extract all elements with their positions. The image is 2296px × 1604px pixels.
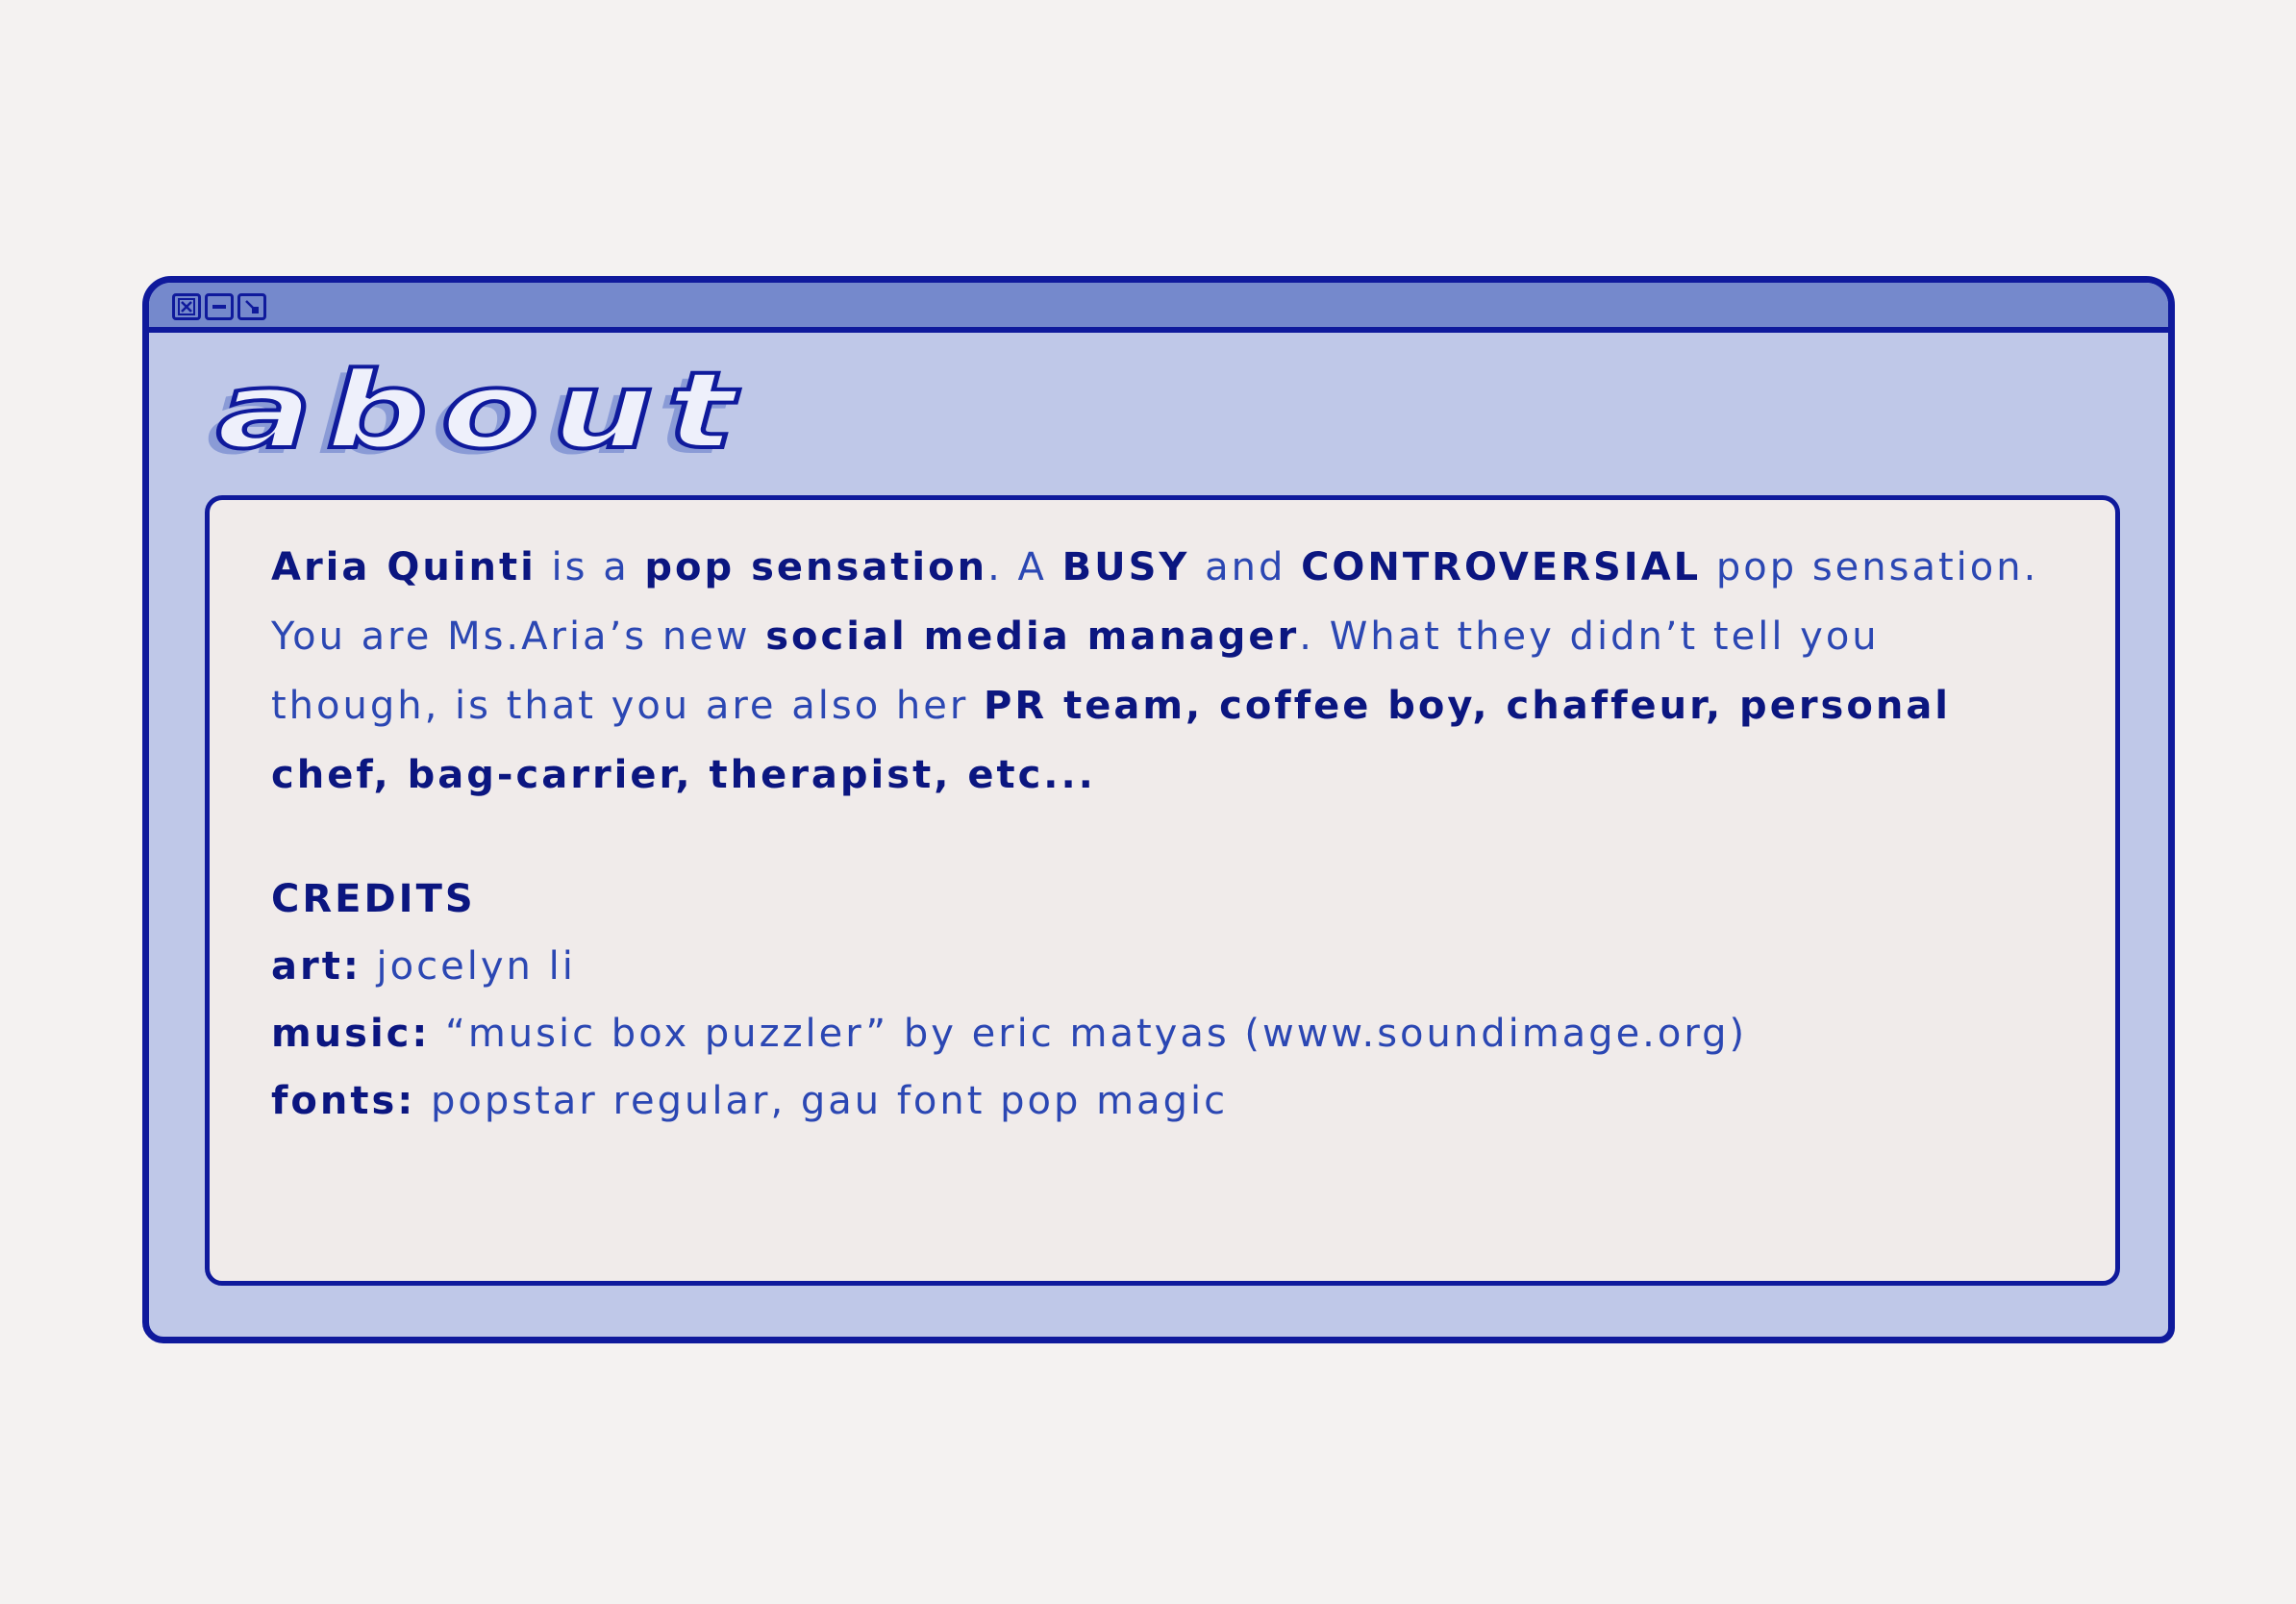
window-titlebar: [149, 283, 2168, 333]
description-highlight: CONTROVERSIAL: [1301, 545, 1702, 589]
credit-value: popstar regular, gau font pop magic: [415, 1079, 1229, 1123]
credit-label: art:: [271, 944, 362, 989]
credit-label: music:: [271, 1012, 431, 1056]
window-controls: [172, 293, 266, 320]
close-icon[interactable]: [172, 293, 201, 320]
credit-music: music: “music box puzzler” by eric matya…: [271, 1000, 2056, 1067]
artist-name: Aria Quinti: [271, 545, 537, 589]
description-highlight: social media manager: [765, 614, 1300, 659]
description-text: is a: [536, 545, 645, 589]
credit-fonts: fonts: popstar regular, gau font pop mag…: [271, 1067, 2056, 1135]
description-text: . A: [987, 545, 1062, 589]
description-highlight: pop sensation: [644, 545, 988, 589]
description-highlight: BUSY: [1061, 545, 1190, 589]
credits-section: CREDITS art: jocelyn li music: “music bo…: [271, 865, 2056, 1135]
resize-icon[interactable]: [237, 293, 266, 320]
about-window: about Aria Quinti is a pop sensation. A …: [142, 276, 2175, 1343]
credit-label: fonts:: [271, 1079, 416, 1123]
page-title: about: [213, 349, 748, 472]
credit-value: jocelyn li: [361, 944, 576, 989]
credit-value: “music box puzzler” by eric matyas (www.…: [430, 1012, 1748, 1056]
credit-art: art: jocelyn li: [271, 933, 2056, 1000]
credits-heading: CREDITS: [271, 877, 476, 921]
about-description: Aria Quinti is a pop sensation. A BUSY a…: [271, 533, 2056, 810]
description-text: and: [1189, 545, 1302, 589]
minimize-icon[interactable]: [205, 293, 234, 320]
about-content-panel: Aria Quinti is a pop sensation. A BUSY a…: [205, 495, 2120, 1286]
